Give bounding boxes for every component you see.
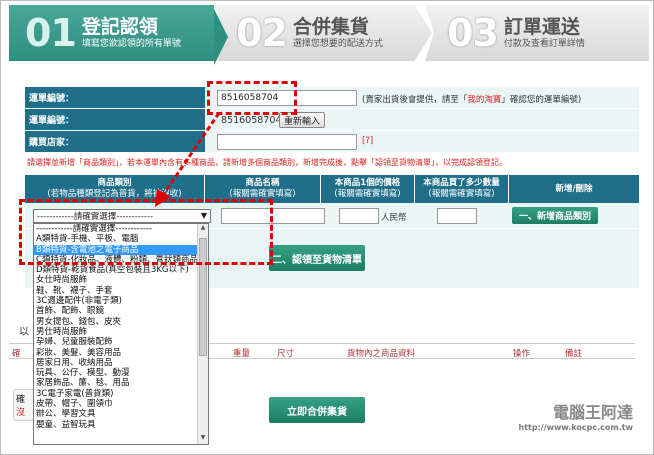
step-1-number: 01: [25, 11, 77, 55]
tracking-row: 運單編號： 8516058704 (賣家出貨後會提供，請至「我的淘寶」確認您的運…: [25, 87, 639, 109]
dropdown-option[interactable]: 男女提包、錢包、皮夾: [34, 317, 208, 327]
tracking-confirm-row: 運單編號： 8516058704 重新輸入: [25, 109, 639, 131]
step-3-number: 03: [447, 11, 499, 55]
instruction-text: 請選擇並新增「商品類別」，若本運單內含有多種商品，請新增多個商品類別，新增完成後…: [27, 158, 507, 167]
watermark-url: http://www.kocpc.com.tw: [518, 423, 634, 432]
dropdown-option[interactable]: 男仕時尚服飾: [34, 327, 208, 337]
step-bar: 01 登記認領 填寫您欲認領的所有單號 03 訂單運送 付款及查看訂單詳情 02 合…: [9, 5, 649, 65]
step-3-title: 訂單運送: [503, 16, 580, 38]
cargo-col-items: 貨物內之商品資料: [347, 349, 416, 359]
col-actions: 新增/刪除: [555, 183, 593, 194]
dropdown-option[interactable]: 3C電子家電(普貨類): [34, 389, 208, 399]
left-panel-text-b: 沒: [16, 408, 26, 418]
cargo-col-action: 操作: [513, 349, 531, 359]
cargo-col-weight: 重量: [233, 349, 251, 359]
highlight-category-box: [19, 199, 273, 265]
dropdown-option[interactable]: 辦公、學習文具: [34, 409, 208, 419]
step-1-subtitle: 填寫您欲認領的所有單號: [81, 39, 181, 49]
tracking-note: (賣家出貨後會提供，請至「我的淘寶」確認您的運單編號): [362, 95, 582, 105]
cargo-col-check: 確: [12, 349, 21, 359]
dropdown-option[interactable]: 鞋、靴、襪子、手套: [34, 286, 208, 296]
dropdown-option[interactable]: 首飾、配飾、眼鏡: [34, 306, 208, 316]
dropdown-option[interactable]: 皮帶、帽子、圍領巾: [34, 399, 208, 409]
annotation-arrow-icon: [155, 112, 221, 207]
dropdown-option[interactable]: 居家日用、收納用品: [34, 358, 208, 368]
merge-now-button[interactable]: 立即合併集貨: [269, 397, 365, 423]
store-input[interactable]: [217, 134, 357, 150]
store-help-link[interactable]: [?]: [362, 136, 373, 146]
lower-prefix: 以: [19, 327, 29, 338]
cargo-col-note: 備註: [565, 349, 583, 359]
step-2-number: 02: [236, 11, 288, 55]
quantity-input[interactable]: [437, 208, 477, 224]
scroll-down-icon[interactable]: ▼: [198, 434, 208, 444]
dropdown-option[interactable]: 彩妝、美髮、美容用品: [34, 348, 208, 358]
step-3-subtitle: 付款及查看訂單詳情: [503, 39, 585, 49]
tracking-label: 運單編號：: [25, 87, 205, 108]
left-panel-text-a: 確: [16, 395, 26, 405]
dropdown-option[interactable]: D類特貨-乾貨食品(真空包裝且3KG以下): [34, 265, 208, 275]
step-2: 02 合併集貨 選擇您想要的配送方式: [214, 5, 432, 61]
watermark-name: 電腦王阿達: [552, 403, 633, 422]
my-taobao-link[interactable]: 我的淘寶: [467, 95, 501, 105]
add-category-button[interactable]: 一、新增商品類別: [512, 207, 598, 224]
store-row: 購買店家： [?]: [25, 131, 639, 153]
col-quantity: 本商品買了多少數量 (報關需確實填寫): [415, 175, 509, 203]
dropdown-option[interactable]: 嬰童、益智玩具: [34, 420, 208, 430]
dropdown-option[interactable]: 家居飾品、簾、毯、用品: [34, 378, 208, 388]
step-1-title: 登記認領: [81, 16, 158, 38]
dropdown-option[interactable]: 孕婦、兒童服裝配飾: [34, 337, 208, 347]
dropdown-option[interactable]: 玩具、公仔、模型、動漫: [34, 368, 208, 378]
dropdown-option[interactable]: 3C週邊配件(非電子類): [34, 296, 208, 306]
watermark: 電腦王阿達 http://www.kocpc.com.tw: [503, 399, 634, 441]
step-2-subtitle: 選擇您想要的配送方式: [292, 39, 383, 49]
price-input[interactable]: [339, 208, 379, 224]
step-2-title: 合併集貨: [292, 16, 369, 38]
currency-label: 人民幣: [381, 213, 407, 223]
step-3: 03 訂單運送 付款及查看訂單詳情: [425, 5, 649, 61]
page-frame: 01 登記認領 填寫您欲認領的所有單號 03 訂單運送 付款及查看訂單詳情 02 合…: [0, 0, 654, 455]
step-1-arrow: [214, 9, 228, 65]
cargo-col-size: 尺寸: [277, 349, 295, 359]
col-price: 本商品1個的價格 (報關需確實填寫): [321, 175, 415, 203]
claim-to-list-button[interactable]: 二、認領至貨物清單: [269, 245, 365, 271]
dropdown-option[interactable]: 女仕時尚服飾: [34, 275, 208, 285]
step-1: 01 登記認領 填寫您欲認領的所有單號: [9, 5, 214, 61]
